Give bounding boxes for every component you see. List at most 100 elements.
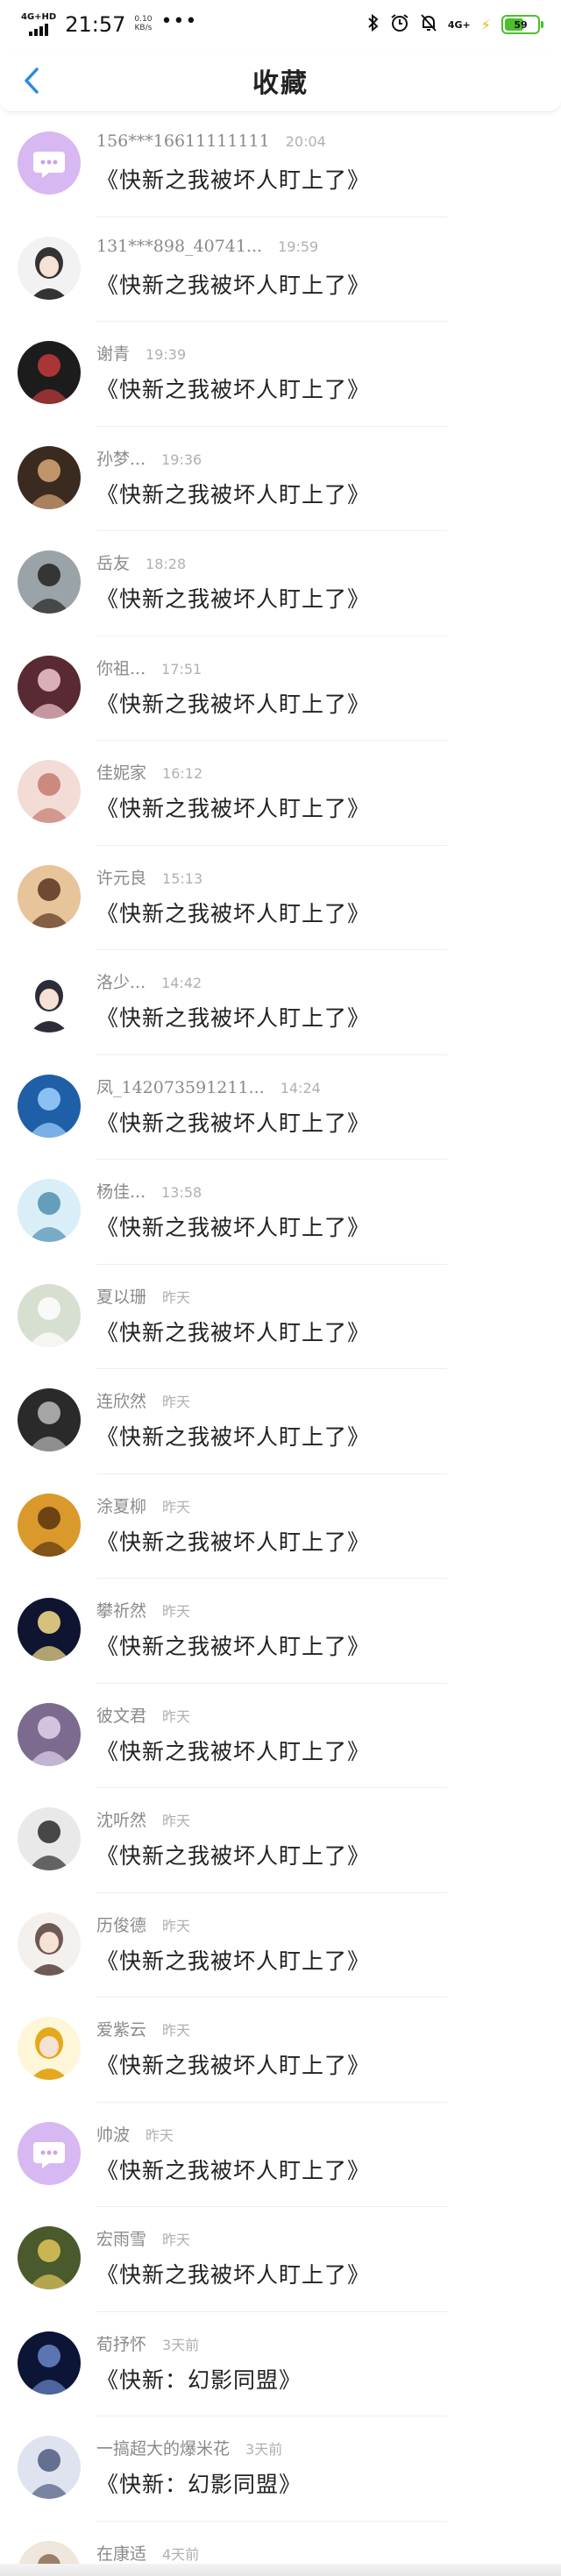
list-item[interactable]: 谢青 19:39 《快新之我被坏人盯上了》 <box>0 322 561 427</box>
username[interactable]: 佳妮家 <box>96 760 146 784</box>
list-item[interactable]: 攀祈然 昨天 《快新之我被坏人盯上了》 <box>0 1579 561 1684</box>
list-item[interactable]: 一搞超大的爆米花 3天前 《快新：幻影同盟》 <box>0 2416 561 2522</box>
list-item[interactable]: 连欣然 昨天 《快新之我被坏人盯上了》 <box>0 1369 561 1474</box>
list-item[interactable]: 夏以珊 昨天 《快新之我被坏人盯上了》 <box>0 1265 561 1369</box>
favorited-work-title[interactable]: 《快新之我被坏人盯上了》 <box>96 582 370 614</box>
avatar[interactable] <box>18 655 81 719</box>
favorited-work-title[interactable]: 《快新之我被坏人盯上了》 <box>96 687 370 719</box>
item-meta: 谢青 19:39 <box>96 341 186 365</box>
user-avatar-icon <box>30 980 68 1033</box>
username[interactable]: 洛少... <box>96 969 146 993</box>
username[interactable]: 你祖... <box>96 656 146 679</box>
favorited-work-title[interactable]: 《快新：幻影同盟》 <box>96 2363 302 2395</box>
username[interactable]: 岳友 <box>96 550 130 574</box>
list-item[interactable]: 洛少... 14:42 《快新之我被坏人盯上了》 <box>0 950 561 1055</box>
avatar[interactable] <box>18 550 81 614</box>
timestamp: 昨天 <box>146 2126 174 2144</box>
avatar[interactable] <box>18 2017 81 2080</box>
username[interactable]: 夏以珊 <box>96 1284 146 1308</box>
username[interactable]: 孙梦... <box>96 446 146 470</box>
username[interactable]: 连欣然 <box>96 1388 146 1412</box>
avatar[interactable] <box>18 1493 81 1557</box>
list-item[interactable]: 杨佳... 13:58 《快新之我被坏人盯上了》 <box>0 1160 561 1265</box>
username[interactable]: 荀抒怀 <box>96 2331 146 2355</box>
favorited-work-title[interactable]: 《快新之我被坏人盯上了》 <box>96 373 370 404</box>
favorited-work-title[interactable]: 《快新之我被坏人盯上了》 <box>96 268 370 300</box>
avatar[interactable] <box>18 1598 81 1661</box>
avatar[interactable] <box>18 341 81 404</box>
username[interactable]: 156***16611111111 <box>96 131 270 151</box>
favorited-work-title[interactable]: 《快新之我被坏人盯上了》 <box>96 2258 370 2289</box>
list-item[interactable]: 凤_142073591211... 14:24 《快新之我被坏人盯上了》 <box>0 1055 561 1160</box>
favorited-work-title[interactable]: 《快新之我被坏人盯上了》 <box>96 1839 370 1870</box>
list-item[interactable]: 荀抒怀 3天前 《快新：幻影同盟》 <box>0 2312 561 2416</box>
avatar[interactable] <box>18 2436 81 2499</box>
list-item[interactable]: 帅波 昨天《快新之我被坏人盯上了》 <box>0 2103 561 2207</box>
avatar[interactable] <box>18 2226 81 2289</box>
username[interactable]: 许元良 <box>96 865 146 889</box>
favorited-work-title[interactable]: 《快新之我被坏人盯上了》 <box>96 1735 370 1766</box>
favorited-work-title[interactable]: 《快新之我被坏人盯上了》 <box>96 1525 370 1557</box>
list-item[interactable]: 爱紫云 昨天 《快新之我被坏人盯上了》 <box>0 1998 561 2103</box>
avatar[interactable] <box>18 1912 81 1976</box>
chevron-left-icon <box>25 67 39 94</box>
username[interactable]: 历俊德 <box>96 1912 146 1936</box>
username[interactable]: 涂夏柳 <box>96 1494 146 1517</box>
avatar[interactable] <box>18 2331 81 2395</box>
favorited-work-title[interactable]: 《快新之我被坏人盯上了》 <box>96 478 370 509</box>
favorited-work-title[interactable]: 《快新之我被坏人盯上了》 <box>96 1944 370 1976</box>
avatar[interactable] <box>18 1179 81 1242</box>
avatar[interactable] <box>18 1388 81 1451</box>
user-avatar-icon <box>28 668 70 719</box>
username[interactable]: 杨佳... <box>96 1179 146 1203</box>
avatar[interactable] <box>18 969 81 1033</box>
username[interactable]: 攀祈然 <box>96 1598 146 1622</box>
username[interactable]: 凤_142073591211... <box>96 1075 265 1098</box>
avatar[interactable] <box>18 2121 81 2185</box>
avatar[interactable] <box>18 131 81 195</box>
username[interactable]: 一搞超大的爆米花 <box>96 2436 230 2459</box>
back-button[interactable] <box>12 61 51 100</box>
favorited-work-title[interactable]: 《快新之我被坏人盯上了》 <box>96 163 370 195</box>
avatar[interactable] <box>18 1807 81 1870</box>
favorited-work-title[interactable]: 《快新：幻影同盟》 <box>96 2467 302 2499</box>
list-item[interactable]: 156***16611111111 20:04 《快新之我被坏人盯上了》 <box>0 112 561 217</box>
favorited-work-title[interactable]: 《快新之我被坏人盯上了》 <box>96 1629 370 1661</box>
list-item[interactable]: 许元良 15:13 《快新之我被坏人盯上了》 <box>0 846 561 950</box>
avatar[interactable] <box>18 445 81 509</box>
avatar[interactable] <box>18 1702 81 1766</box>
username[interactable]: 131***898_40741... <box>96 237 262 256</box>
username[interactable]: 沈听然 <box>96 1807 146 1831</box>
avatar[interactable] <box>18 760 81 823</box>
list-item[interactable]: 沈听然 昨天 《快新之我被坏人盯上了》 <box>0 1788 561 1893</box>
list-item[interactable]: 岳友 18:28 《快新之我被坏人盯上了》 <box>0 531 561 636</box>
list-item[interactable]: 131***898_40741... 19:59 《快新之我被坏人盯上了》 <box>0 217 561 322</box>
avatar[interactable] <box>18 236 81 300</box>
favorited-work-title[interactable]: 《快新之我被坏人盯上了》 <box>96 791 370 823</box>
favorited-work-title[interactable]: 《快新之我被坏人盯上了》 <box>96 2048 370 2080</box>
avatar[interactable] <box>18 1074 81 1138</box>
username[interactable]: 在康适 <box>96 2541 146 2565</box>
battery-percent: 59 <box>514 18 528 31</box>
list-item[interactable]: 佳妮家 16:12 《快新之我被坏人盯上了》 <box>0 741 561 846</box>
favorited-work-title[interactable]: 《快新之我被坏人盯上了》 <box>96 1210 370 1242</box>
username[interactable]: 爱紫云 <box>96 2017 146 2040</box>
favorited-work-title[interactable]: 《快新之我被坏人盯上了》 <box>96 1001 370 1033</box>
avatar[interactable] <box>18 864 81 928</box>
favorited-work-title[interactable]: 《快新之我被坏人盯上了》 <box>96 1316 370 1347</box>
username[interactable]: 彼文君 <box>96 1703 146 1727</box>
username[interactable]: 帅波 <box>96 2122 130 2146</box>
favorited-work-title[interactable]: 《快新之我被坏人盯上了》 <box>96 897 370 928</box>
username[interactable]: 宏雨雪 <box>96 2226 146 2250</box>
favorited-work-title[interactable]: 《快新之我被坏人盯上了》 <box>96 1106 370 1138</box>
list-item[interactable]: 孙梦... 19:36 《快新之我被坏人盯上了》 <box>0 427 561 531</box>
list-item[interactable]: 彼文君 昨天 《快新之我被坏人盯上了》 <box>0 1684 561 1788</box>
username[interactable]: 谢青 <box>96 341 130 365</box>
list-item[interactable]: 宏雨雪 昨天 《快新之我被坏人盯上了》 <box>0 2207 561 2312</box>
avatar[interactable] <box>18 1283 81 1347</box>
list-item[interactable]: 历俊德 昨天 《快新之我被坏人盯上了》 <box>0 1893 561 1998</box>
favorited-work-title[interactable]: 《快新之我被坏人盯上了》 <box>96 1420 370 1451</box>
favorited-work-title[interactable]: 《快新之我被坏人盯上了》 <box>96 2154 370 2185</box>
list-item[interactable]: 你祖... 17:51 《快新之我被坏人盯上了》 <box>0 636 561 741</box>
list-item[interactable]: 涂夏柳 昨天 《快新之我被坏人盯上了》 <box>0 1474 561 1579</box>
